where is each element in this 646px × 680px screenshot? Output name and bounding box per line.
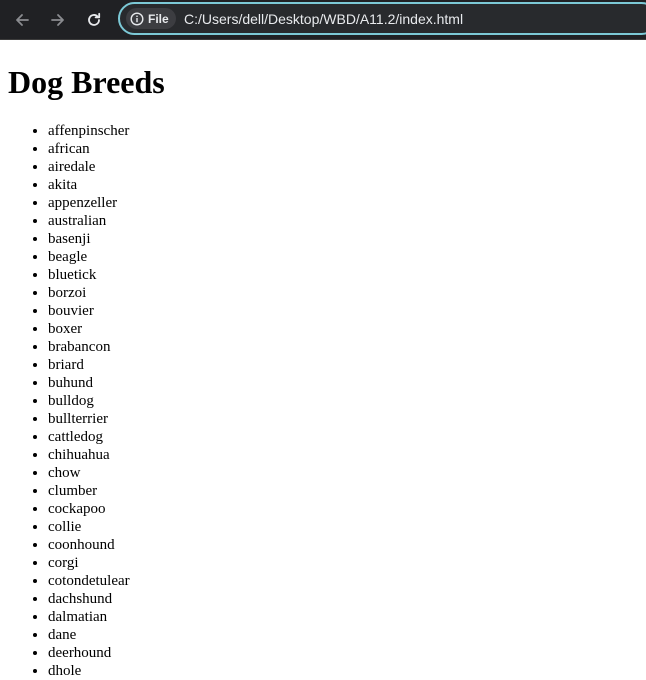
list-item: bulldog (48, 392, 130, 410)
list-item: affenpinscher (48, 122, 130, 140)
list-item: chow (48, 464, 130, 482)
url-text[interactable]: C:/Users/dell/Desktop/WBD/A11.2/index.ht… (184, 11, 463, 27)
list-item: beagle (48, 248, 130, 266)
page-content: Dog Breeds affenpinscherafricanairedalea… (0, 41, 646, 680)
page-title: Dog Breeds (8, 64, 165, 100)
arrow-right-icon (51, 14, 64, 26)
arrow-left-icon (16, 14, 29, 26)
list-item: bouvier (48, 302, 130, 320)
list-item: deerhound (48, 644, 130, 662)
list-item: appenzeller (48, 194, 130, 212)
list-item: boxer (48, 320, 130, 338)
browser-toolbar: File C:/Users/dell/Desktop/WBD/A11.2/ind… (0, 0, 646, 40)
list-item: bluetick (48, 266, 130, 284)
info-circle-icon (130, 11, 144, 26)
list-item: dalmatian (48, 608, 130, 626)
reload-icon (88, 12, 101, 26)
list-item: dhole (48, 662, 130, 680)
list-item: cockapoo (48, 500, 130, 518)
site-info-chip[interactable]: File (126, 8, 176, 29)
list-item: clumber (48, 482, 130, 500)
list-item: briard (48, 356, 130, 374)
list-item: dachshund (48, 590, 130, 608)
list-item: borzoi (48, 284, 130, 302)
reload-button[interactable] (80, 6, 108, 34)
list-item: bullterrier (48, 410, 130, 428)
breed-list: affenpinscherafricanairedaleakitaappenze… (0, 122, 130, 680)
address-bar[interactable]: File C:/Users/dell/Desktop/WBD/A11.2/ind… (118, 2, 646, 35)
list-item: cotondetulear (48, 572, 130, 590)
list-item: airedale (48, 158, 130, 176)
forward-button[interactable] (44, 6, 72, 34)
list-item: chihuahua (48, 446, 130, 464)
site-info-label: File (148, 11, 169, 26)
list-item: african (48, 140, 130, 158)
list-item: basenji (48, 230, 130, 248)
list-item: collie (48, 518, 130, 536)
list-item: akita (48, 176, 130, 194)
list-item: brabancon (48, 338, 130, 356)
back-button[interactable] (8, 6, 36, 34)
list-item: cattledog (48, 428, 130, 446)
list-item: australian (48, 212, 130, 230)
list-item: corgi (48, 554, 130, 572)
list-item: coonhound (48, 536, 130, 554)
list-item: dane (48, 626, 130, 644)
list-item: buhund (48, 374, 130, 392)
